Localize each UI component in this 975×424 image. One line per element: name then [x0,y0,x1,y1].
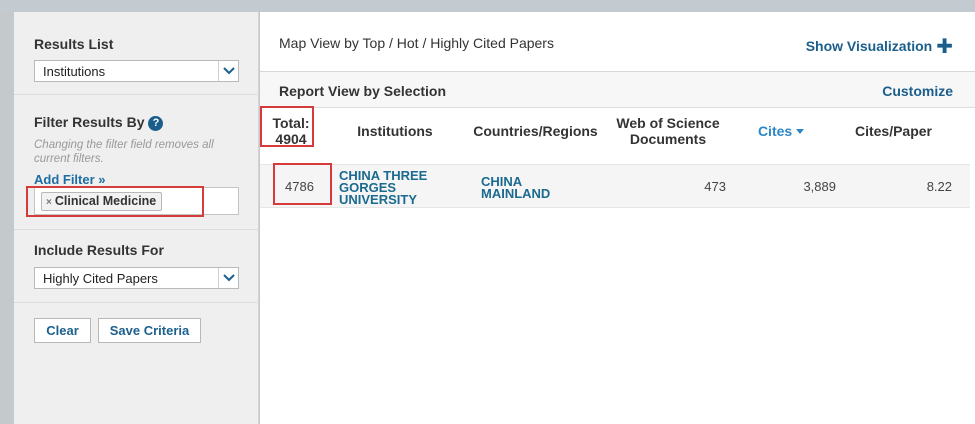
country-link[interactable]: CHINA MAINLAND [481,175,551,201]
filter-hint: Changing the filter field removes all cu… [34,139,214,165]
country-line: MAINLAND [481,186,551,201]
top-strip [0,0,975,12]
app-frame: Results List Institutions Filter Results… [0,0,975,424]
customize-link[interactable]: Customize [882,83,953,99]
cites-header[interactable]: Cites [756,123,806,139]
cites-cell: 3,889 [803,179,836,194]
filter-chip[interactable]: × Clinical Medicine [41,192,163,211]
table-header: Total: 4904 Institutions Countries/Regio… [260,108,975,152]
results-list-select[interactable]: Institutions [34,60,239,82]
map-view-prefix: Map View by [279,35,363,51]
include-label: Include Results For [34,242,164,258]
results-list-label: Results List [34,36,114,52]
include-select[interactable]: Highly Cited Papers [34,267,239,289]
results-list-section: Results List Institutions [14,12,259,95]
filter-label: Filter Results By? [34,114,164,131]
include-section: Include Results For Highly Cited Papers [14,230,259,303]
wos-documents-cell: 473 [704,179,726,194]
save-criteria-button[interactable]: Save Criteria [98,318,201,343]
chevron-down-icon[interactable] [218,61,238,81]
map-view-option-hot[interactable]: Hot [397,35,419,51]
filter-input-box[interactable]: × Clinical Medicine [34,187,239,215]
help-icon[interactable]: ? [148,116,164,131]
rank-cell: 4786 [285,179,314,194]
report-view-title: Report View by Selection [279,83,447,99]
plus-icon: ✚ [936,36,953,58]
separator: / [385,35,397,51]
cites-per-paper-header[interactable]: Cites/Paper [846,123,941,139]
institution-link[interactable]: CHINA THREE GORGES UNIVERSITY [339,169,427,207]
add-filter-link[interactable]: Add Filter » [34,172,106,187]
cites-per-paper-cell: 8.22 [926,179,952,194]
main-panel: Map View by Top / Hot / Highly Cited Pap… [260,12,975,424]
institutions-header[interactable]: Institutions [350,123,440,139]
wos-documents-header[interactable]: Web of Science Documents [612,115,724,147]
map-view-title: Map View by Top / Hot / Highly Cited Pap… [279,35,554,51]
chevron-down-icon[interactable] [218,268,238,288]
sidebar: Results List Institutions Filter Results… [14,12,259,424]
remove-chip-icon[interactable]: × [46,197,52,208]
results-list-selected-value: Institutions [43,64,106,79]
filter-chip-label: Clinical Medicine [54,194,157,208]
table-row: 4786 CHINA THREE GORGES UNIVERSITY CHINA… [260,164,970,208]
map-view-option-top[interactable]: Top [363,35,386,51]
wos-header-line1: Web of Science [616,115,720,131]
include-selected-value: Highly Cited Papers [43,271,158,286]
show-visualization-label: Show Visualization [805,38,933,54]
filter-section: Filter Results By? Changing the filter f… [14,95,259,230]
show-visualization-button[interactable]: Show Visualization ✚ [806,34,953,59]
filter-label-text: Filter Results By [34,114,145,130]
sort-down-icon [796,129,805,134]
total-header: Total: 4904 [268,115,314,147]
total-value: 4904 [275,131,307,147]
report-view-header: Report View by Selection Customize [260,72,975,108]
clear-button[interactable]: Clear [34,318,91,343]
institution-line: UNIVERSITY [339,192,418,207]
wos-header-line2: Documents [629,131,707,147]
cites-header-label: Cites [757,123,793,139]
separator: / [418,35,431,51]
countries-header[interactable]: Countries/Regions [468,123,603,139]
map-view-header: Map View by Top / Hot / Highly Cited Pap… [260,12,975,72]
total-label: Total: [272,115,310,131]
map-view-option-highly-cited[interactable]: Highly Cited Papers [430,35,554,51]
